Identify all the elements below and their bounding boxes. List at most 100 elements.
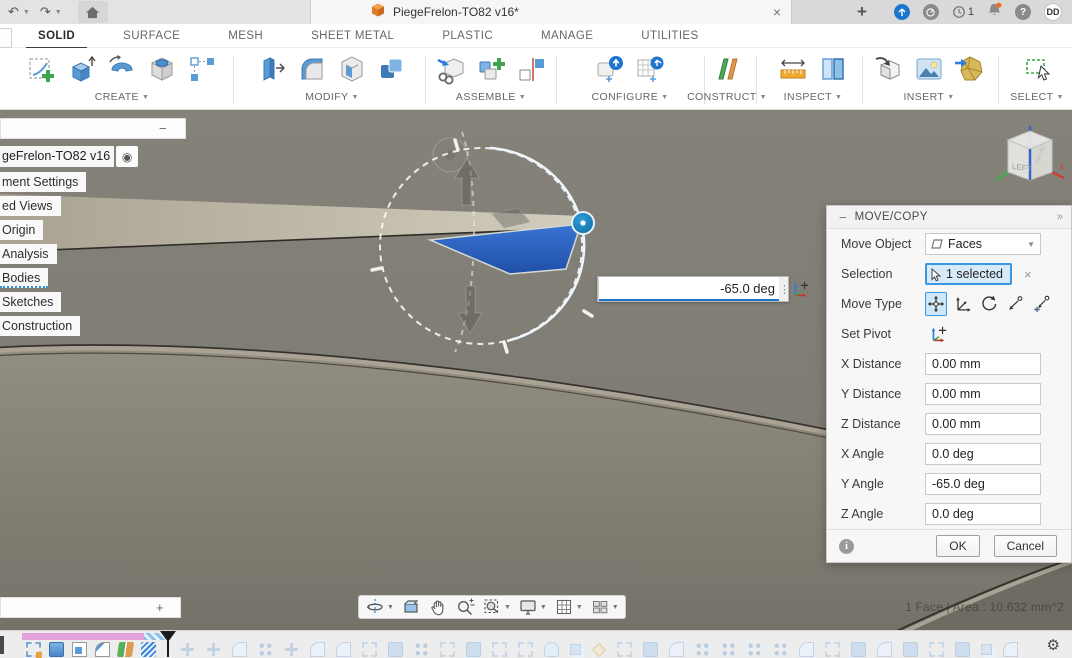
construction-plane-icon[interactable] [710, 52, 744, 86]
timeline-rolled-extrude-icon[interactable] [903, 642, 918, 657]
y-distance-field[interactable] [925, 383, 1041, 405]
insert-component-icon[interactable] [434, 52, 468, 86]
cancel-button[interactable]: Cancel [994, 535, 1057, 557]
timeline-rolled-sketch-icon[interactable] [617, 642, 632, 657]
browser-item-analysis[interactable]: Analysis [0, 244, 57, 264]
timeline-rolled-pattern-icon[interactable] [747, 642, 762, 657]
move-type-free-move[interactable] [925, 292, 947, 316]
revolve-icon[interactable] [105, 52, 139, 86]
redo-icon[interactable]: ↷ [38, 0, 53, 24]
dialog-header[interactable]: − MOVE/COPY » [827, 206, 1071, 229]
timeline-rolled-fillet-icon[interactable] [1003, 642, 1018, 657]
browser-item-ed-views[interactable]: ed Views [0, 196, 61, 216]
timeline-rolled-sketch-icon[interactable] [929, 642, 944, 657]
extensions-icon[interactable] [923, 4, 939, 20]
ok-button[interactable]: OK [936, 535, 979, 557]
document-tab[interactable]: PiegeFrelon-TO82 v16* × [310, 0, 792, 24]
shell-icon[interactable] [335, 52, 369, 86]
timeline-rolled-sketch-icon[interactable] [440, 642, 455, 657]
chevron-down-icon[interactable]: ▼ [504, 604, 511, 611]
timeline-rolled-sketch-icon[interactable] [518, 642, 533, 657]
timeline-rolled-extrude-icon[interactable] [851, 642, 866, 657]
timeline-rolled-diamond-icon[interactable] [592, 642, 606, 656]
tab-solid[interactable]: SOLID [14, 24, 99, 48]
chevron-down-icon[interactable]: ▼ [387, 604, 394, 611]
tab-surface[interactable]: SURFACE [99, 24, 204, 48]
timeline-rolled-sketch-icon[interactable] [492, 642, 507, 657]
browser-minimize-icon[interactable]: − [159, 121, 167, 136]
orbit-icon[interactable]: ▼ [365, 597, 394, 617]
share-icon[interactable] [894, 4, 910, 20]
modify-group-label[interactable]: MODIFY▼ [305, 91, 359, 103]
timeline-fillet-icon[interactable] [95, 642, 110, 657]
section-analysis-icon[interactable] [816, 52, 850, 86]
timeline-rolled-pattern-icon[interactable] [258, 642, 273, 657]
display-settings-icon[interactable]: ▼ [518, 597, 547, 617]
chevron-down-icon[interactable]: ▼ [540, 604, 547, 611]
tab-sheet-metal[interactable]: SHEET METAL [287, 24, 418, 48]
browser-add-icon[interactable]: + [156, 600, 164, 615]
timeline-group-bar[interactable] [22, 633, 144, 640]
tab-mesh[interactable]: MESH [204, 24, 287, 48]
zoom-icon[interactable] [455, 597, 475, 617]
move-type-point-to-point[interactable] [1004, 292, 1026, 316]
insert-group-label[interactable]: INSERT▼ [903, 91, 954, 103]
browser-item-origin[interactable]: Origin [0, 220, 43, 240]
move-type-rotate[interactable] [978, 292, 1000, 316]
browser-item-ment-settings[interactable]: ment Settings [0, 172, 86, 192]
create-group-label[interactable]: CREATE▼ [95, 91, 150, 103]
home-icon[interactable] [78, 1, 108, 23]
configuration-icon[interactable] [593, 52, 627, 86]
notifications-icon[interactable] [987, 2, 1002, 22]
timeline-rolled-extrude-icon[interactable] [466, 642, 481, 657]
measure-icon[interactable] [776, 52, 810, 86]
window-zoom-icon[interactable]: ▼ [482, 597, 511, 617]
chevron-down-icon[interactable]: ▼ [576, 604, 583, 611]
z-distance-field[interactable] [925, 413, 1041, 435]
hole-icon[interactable] [145, 52, 179, 86]
browser-root-item[interactable]: geFrelon-TO82 v16 ◉ [0, 146, 186, 167]
info-icon[interactable]: i [839, 539, 854, 554]
timeline-settings-gear-icon[interactable]: ⚙ [1047, 636, 1060, 654]
clear-selection-icon[interactable]: × [1024, 267, 1032, 282]
timeline-rolled-pattern-icon[interactable] [721, 642, 736, 657]
select-icon[interactable] [1020, 52, 1054, 86]
timeline-rolled-fillet-icon[interactable] [669, 642, 684, 657]
set-pivot-icon[interactable] [790, 277, 810, 301]
collapse-icon[interactable]: − [839, 210, 847, 225]
timeline-rolled-move-icon[interactable] [180, 642, 195, 657]
press-pull-icon[interactable] [255, 52, 289, 86]
construct-group-label[interactable]: CONSTRUCT▼ [687, 91, 767, 103]
undo-dropdown-icon[interactable]: ▼ [23, 9, 30, 16]
y-angle-field[interactable] [925, 473, 1041, 495]
timeline-rolled-pattern-icon[interactable] [773, 642, 788, 657]
z-angle-field[interactable] [925, 503, 1041, 525]
grid-icon[interactable]: ▼ [554, 597, 583, 617]
activate-component-icon[interactable]: ◉ [116, 146, 138, 167]
help-icon[interactable]: ? [1015, 4, 1031, 20]
x-distance-field[interactable] [925, 353, 1041, 375]
close-tab-icon[interactable]: × [773, 4, 781, 20]
timeline-extrude-icon[interactable] [49, 642, 64, 657]
x-angle-field[interactable] [925, 443, 1041, 465]
timeline-sketch-icon[interactable] [26, 642, 41, 657]
redo-dropdown-icon[interactable]: ▼ [55, 9, 62, 16]
timeline-shell-icon[interactable] [72, 642, 87, 657]
move-type-translate[interactable] [951, 292, 973, 316]
view-cube[interactable]: LEFT FRONT X [992, 120, 1068, 198]
browser-item-bodies[interactable]: Bodies [0, 268, 48, 288]
move-type-point-to-position[interactable] [1031, 292, 1053, 316]
rigid-group-icon[interactable] [514, 52, 548, 86]
job-status-icon[interactable]: 1 [952, 5, 974, 19]
rectangular-pattern-icon[interactable] [185, 52, 219, 86]
timeline-rolled-sketch-icon[interactable] [362, 642, 377, 657]
extrude-icon[interactable] [65, 52, 99, 86]
derive-icon[interactable] [872, 52, 906, 86]
timeline-rolled-move-icon[interactable] [284, 642, 299, 657]
selection-button[interactable]: 1 selected [925, 263, 1012, 285]
fillet-icon[interactable] [295, 52, 329, 86]
timeline-rolled-extrude-icon[interactable] [643, 642, 658, 657]
more-options-icon[interactable]: ⋮ [779, 277, 790, 301]
timeline-rolled-fillet-icon[interactable] [877, 642, 892, 657]
timeline-rolled-fillet-icon[interactable] [799, 642, 814, 657]
